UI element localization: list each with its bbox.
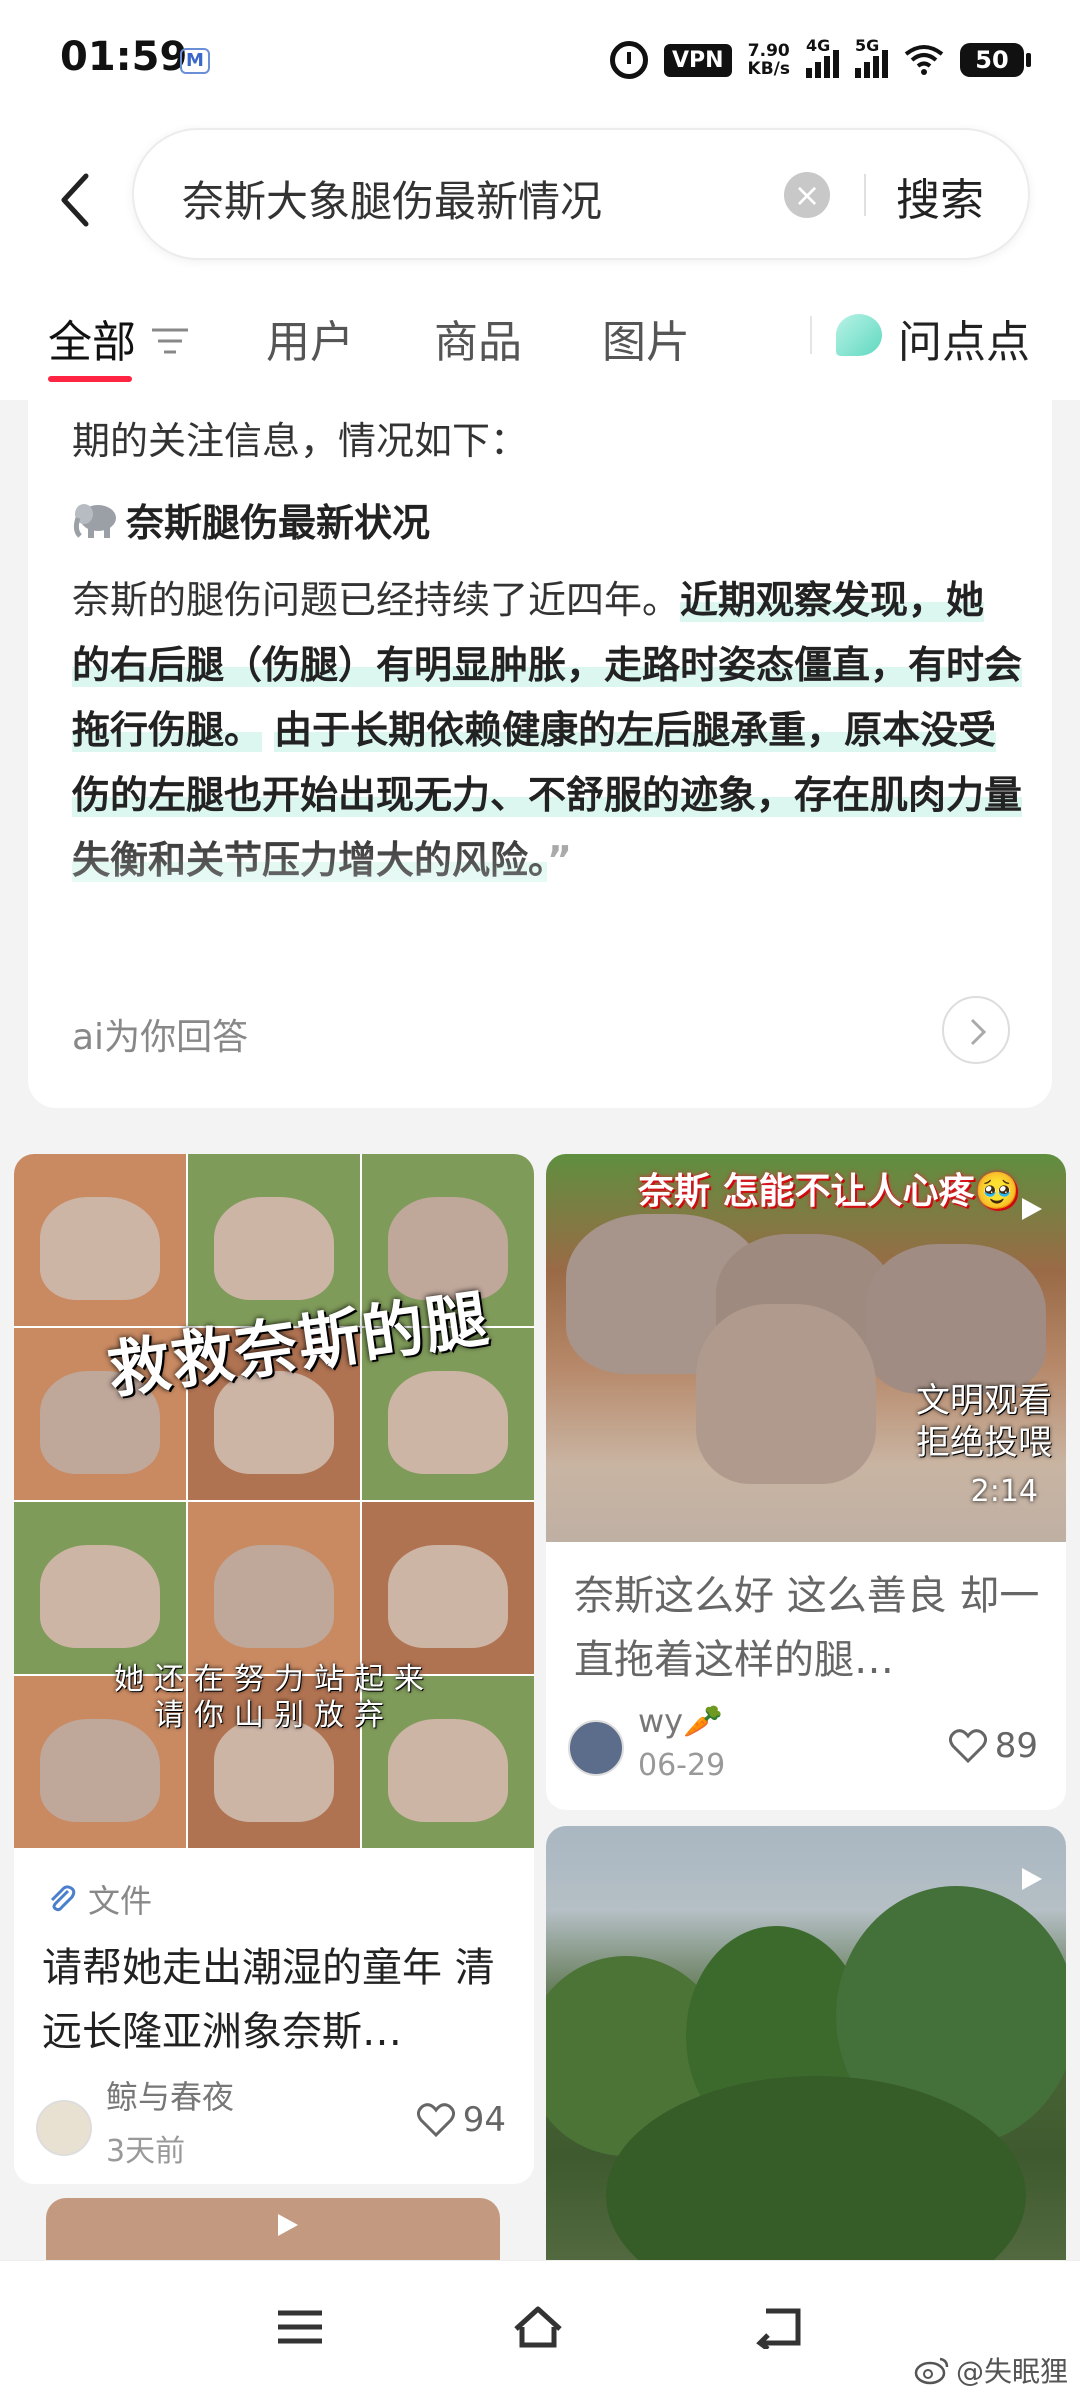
signal-4g-label: 4G [806,36,831,55]
paperclip-icon [50,1885,76,1912]
search-query[interactable]: 奈斯大象腿伤最新情况 [182,168,602,229]
search-input[interactable]: 奈斯大象腿伤最新情况 × 搜索 [132,128,1030,260]
thumbnail-banner: 奈斯 怎能不让人心疼🥹 [638,1171,1020,1212]
ai-body: 奈斯的腿伤问题已经持续了近四年。近期观察发现，她的右后腿（伤腿）有明显肿胀，走路… [72,568,1023,893]
status-bar: 01:59 M VPN 7.90 KB/s 4G 5G 50 [0,0,1080,120]
like-count: 89 [994,1726,1038,1766]
ai-intro-text: 期的关注信息，情况如下： [72,419,529,463]
avatar[interactable] [36,2100,92,2156]
card-type-text: 文件 [88,1882,153,1920]
card-author[interactable]: 鲸与春夜 3天前 [36,2072,234,2170]
search-header: 奈斯大象腿伤最新情况 × 搜索 [0,120,1080,270]
tab-images[interactable]: 图片 [602,306,690,370]
author-name[interactable]: 鲸与春夜 [106,2072,234,2118]
search-divider [864,174,866,216]
card-thumbnail[interactable] [546,1826,1066,2296]
feed-card[interactable] [546,1826,1066,2296]
video-play-icon [1022,1198,1042,1220]
post-time: 06-29 [638,1748,726,1783]
video-play-icon [278,2214,298,2236]
net-speed-value: 7.90 [747,41,790,61]
home-icon[interactable] [512,2305,564,2349]
like-button[interactable]: 89 [948,1726,1038,1766]
thumbnail-subtitle-line-2: 请你山别放弃 [154,1698,394,1733]
quote-mark: ” [547,838,572,882]
like-count: 94 [462,2100,506,2140]
app-notification-icon: M [180,48,210,74]
heart-icon[interactable] [948,1729,987,1763]
heart-icon[interactable] [416,2103,455,2137]
signal-5g-icon: 5G [855,36,888,78]
battery-icon: 50 [960,43,1031,77]
tab-goods[interactable]: 商品 [434,306,522,370]
thumbnail-overlay: 文明观看 拒绝投喂 [916,1380,1052,1464]
like-button[interactable]: 94 [416,2100,506,2140]
ai-footer-label: ai为你回答 [72,1017,249,1058]
card-title[interactable]: 奈斯这么好 这么善良 却一直拖着这样的腿… [574,1564,1044,1692]
signal-5g-label: 5G [855,36,880,55]
ai-expand-button[interactable] [942,996,1010,1064]
thumbnail-subtitle-line-1: 她还在努力站起来 [114,1662,434,1697]
back-icon[interactable] [754,2305,806,2349]
clear-icon[interactable]: × [784,172,830,218]
card-title[interactable]: 请帮她走出潮湿的童年 清远长隆亚洲象奈斯… [42,1936,512,2064]
net-speed-unit: KB/s [747,59,790,79]
video-duration: 2:14 [970,1474,1038,1509]
tab-active-indicator [48,376,132,382]
vpn-badge: VPN [663,43,732,77]
tab-users[interactable]: 用户 [266,306,354,370]
elephant-icon [73,503,116,538]
search-button[interactable]: 搜索 [896,164,984,228]
menu-icon[interactable] [274,2305,326,2349]
thumbnail-subtitle: 她还在努力站起来 请你山别放弃 [114,1662,434,1734]
author-name[interactable]: wy🥕 [638,1702,725,1740]
post-time: 3天前 [106,2134,186,2169]
ask-button[interactable]: 问点点 [898,306,1030,370]
card-author[interactable]: wy🥕 06-29 [568,1702,725,1783]
overlay-line-2: 拒绝投喂 [916,1423,1052,1463]
back-arrow-icon[interactable] [56,172,96,228]
card-thumbnail[interactable]: 奈斯 怎能不让人心疼🥹 文明观看 拒绝投喂 2:14 [546,1154,1066,1542]
ask-bubble-icon[interactable] [836,314,882,356]
status-time: 01:59 [60,34,188,80]
overlay-line-1: 文明观看 [916,1381,1052,1421]
filter-icon[interactable] [150,326,190,356]
ai-body-plain: 奈斯的腿伤问题已经持续了近四年。 [72,578,681,622]
avatar[interactable] [568,1720,624,1776]
weibo-logo-icon [914,2357,949,2385]
tab-separator [810,316,812,354]
card-thumbnail[interactable]: 救救奈斯的腿 她还在努力站起来 请你山别放弃 [14,1154,534,1848]
wifi-icon [904,45,944,75]
ai-heading-text: 奈斯腿伤最新状况 [126,501,431,545]
status-icons: VPN 7.90 KB/s 4G 5G 50 [609,36,1031,82]
feed-card[interactable]: 救救奈斯的腿 她还在努力站起来 请你山别放弃 文件 请帮她走出潮湿的童年 清远长… [14,1154,534,2184]
signal-4g-icon: 4G [806,36,839,78]
alarm-icon [609,41,648,79]
tab-all[interactable]: 全部 [48,306,136,370]
chevron-right-icon [970,1018,987,1046]
card-type-label: 文件 [46,1876,152,1922]
filter-tabs: 全部 用户 商品 图片 问点点 [0,270,1080,400]
watermark-text: @失眠狸 [955,2355,1068,2388]
net-speed: 7.90 KB/s [748,42,790,78]
video-play-icon [1022,1868,1042,1890]
ai-heading: 奈斯腿伤最新状况 [72,492,430,547]
feed-card[interactable]: 奈斯 怎能不让人心疼🥹 文明观看 拒绝投喂 2:14 奈斯这么好 这么善良 却一… [546,1154,1066,1810]
weibo-watermark: @失眠狸 [914,2350,1068,2390]
ai-answer-card[interactable]: 期的关注信息，情况如下： 奈斯腿伤最新状况 奈斯的腿伤问题已经持续了近四年。近期… [28,400,1052,1108]
